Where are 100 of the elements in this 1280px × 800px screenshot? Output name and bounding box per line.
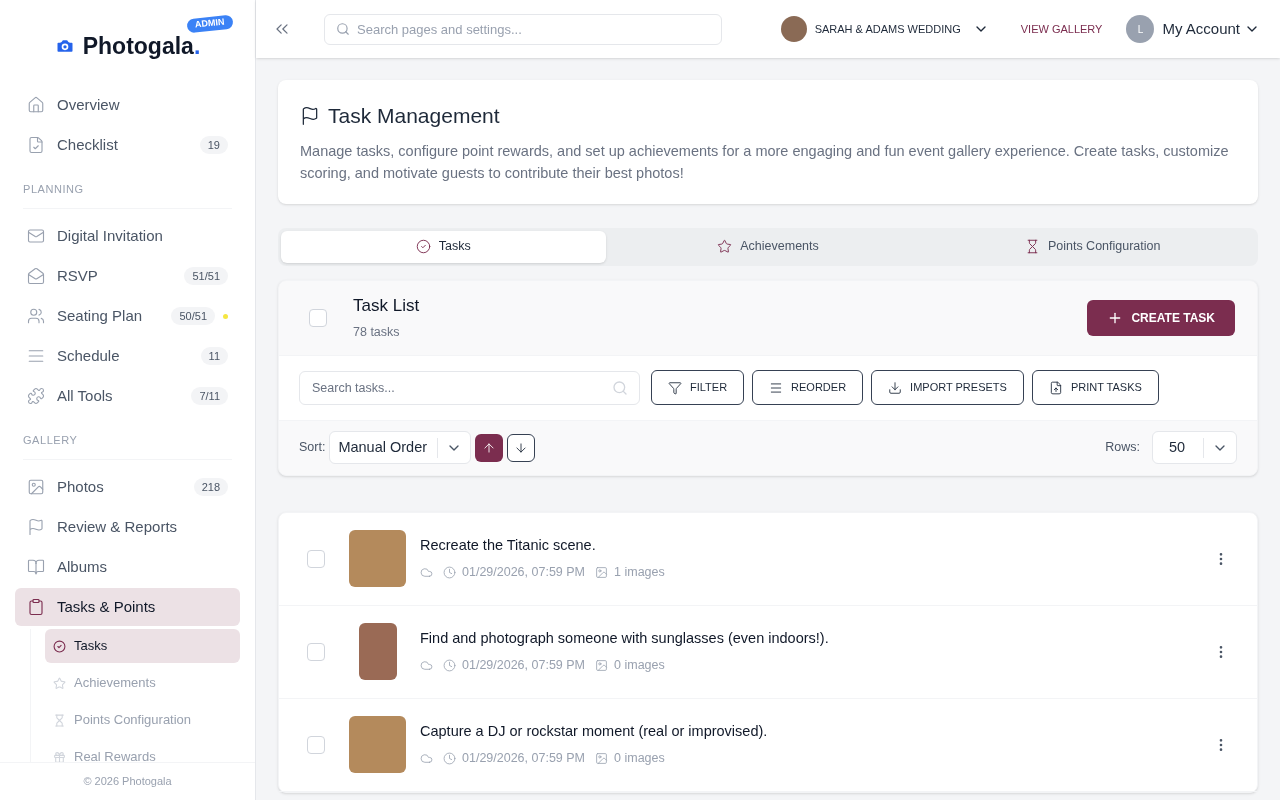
toolbar-button[interactable]: REORDER: [752, 370, 864, 405]
admin-badge: ADMIN: [186, 14, 233, 33]
image-count: 1 images: [614, 564, 665, 581]
sub-nav-item[interactable]: Tasks: [45, 629, 240, 663]
nav-icon: [27, 478, 45, 496]
image-icon: [595, 751, 608, 765]
toolbar-button[interactable]: PRINT TASKS: [1031, 370, 1159, 405]
nav-icon: [53, 713, 66, 727]
nav-icon: [53, 750, 66, 762]
sidebar-item[interactable]: Digital Invitation: [15, 217, 240, 255]
count-badge: 51/51: [184, 266, 228, 286]
sidebar-item[interactable]: Checklist 19: [15, 126, 240, 164]
sidebar-item[interactable]: Albums: [15, 548, 240, 586]
sort-select[interactable]: Manual Order: [329, 431, 472, 464]
nav-label: Photos: [57, 476, 105, 497]
search-icon: [336, 21, 350, 36]
tab-icon: [415, 239, 431, 254]
nav-label: Schedule: [57, 345, 121, 366]
sidebar-item[interactable]: Tasks & Points: [15, 588, 240, 626]
nav-label: Seating Plan: [57, 305, 144, 326]
account-avatar: L: [1126, 15, 1155, 43]
cloud-icon: [420, 751, 433, 765]
copyright-text: © 2026 Photogala: [83, 774, 172, 790]
tab[interactable]: Tasks: [281, 230, 606, 263]
view-gallery-link[interactable]: VIEW GALLERY: [1020, 20, 1103, 38]
task-count: 78 tasks: [353, 323, 401, 341]
task-row[interactable]: Capture a DJ or rockstar moment (real or improvised). 01/29/2026, 07:59 PM 0 images: [279, 698, 1257, 792]
task-date: 01/29/2026, 07:59 PM: [462, 750, 585, 767]
nav-icon: [27, 96, 45, 114]
task-row[interactable]: Find and photograph someone with sunglasses (even indoors!). 01/29/2026, 07:59 PM 0 images: [279, 605, 1257, 699]
checkbox[interactable]: [307, 549, 325, 568]
task-search-field[interactable]: Search tasks...: [299, 370, 640, 405]
cloud-icon: [420, 658, 433, 672]
toolbar-button[interactable]: FILTER: [651, 370, 745, 405]
page-title: Task Management: [328, 103, 500, 129]
tab[interactable]: Points Configuration: [930, 230, 1255, 263]
sidebar-item[interactable]: Overview: [15, 86, 240, 124]
nav-label: Overview: [57, 94, 121, 115]
search-field[interactable]: Search pages and settings...: [324, 13, 722, 45]
image-icon: [595, 658, 608, 672]
tab[interactable]: Achievements: [605, 230, 931, 263]
nav-icon: [27, 307, 45, 325]
rows-select[interactable]: 50: [1152, 431, 1237, 464]
nav-label: Points Configuration: [74, 711, 192, 730]
sort-direction-button[interactable]: [475, 433, 504, 462]
nav-icon: [27, 558, 45, 576]
task-row[interactable]: Recreate the Titanic scene. 01/29/2026, 07:59 PM 1 images: [279, 512, 1257, 606]
create-task-button[interactable]: CREATE TASK: [1087, 299, 1235, 336]
sidebar-item[interactable]: Seating Plan 50/51: [15, 297, 240, 335]
nav-label: Real Rewards: [74, 748, 156, 762]
nav-icon: [27, 598, 45, 616]
panel-title: Task List: [353, 295, 420, 318]
checkbox[interactable]: [307, 735, 325, 754]
nav-label: Achievements: [74, 674, 156, 693]
count-badge: 50/51: [171, 306, 215, 326]
image-count: 0 images: [614, 657, 665, 674]
search-icon: [612, 379, 628, 396]
nav-icon: [27, 227, 45, 245]
sidebar-item[interactable]: RSVP 51/51: [15, 257, 240, 295]
task-title: Find and photograph someone with sunglasses (even indoors!).: [420, 629, 830, 649]
nav-icon: [27, 518, 45, 536]
nav-label: Tasks: [74, 637, 108, 656]
account-menu[interactable]: My Account: [1162, 17, 1260, 41]
photo-placeholder: [358, 623, 397, 680]
nav-label: Albums: [57, 556, 109, 577]
toolbar-icon: [1048, 380, 1063, 395]
sidebar-item[interactable]: All Tools 7/11: [15, 377, 240, 415]
task-title: Recreate the Titanic scene.: [420, 536, 597, 556]
event-avatar: [780, 16, 807, 42]
nav-icon: [53, 676, 66, 690]
cloud-icon: [420, 565, 433, 579]
event-selector[interactable]: SARAH & ADAMS WEDDING: [814, 20, 989, 38]
nav-label: Checklist: [57, 134, 119, 155]
toolbar-icon: [888, 380, 903, 395]
toolbar-button[interactable]: IMPORT PRESETS: [871, 370, 1024, 405]
image-count: 0 images: [614, 750, 665, 767]
nav-label: Review & Reports: [57, 516, 179, 537]
clock-icon: [443, 565, 456, 579]
nav-label: All Tools: [57, 385, 114, 406]
section-heading: PLANNING: [23, 183, 84, 195]
nav-icon: [27, 387, 45, 405]
sidebar-item[interactable]: Photos 218: [15, 468, 240, 506]
sort-label: Sort:: [299, 439, 326, 457]
checkbox[interactable]: [307, 642, 325, 661]
tab-icon: [717, 239, 733, 254]
sidebar-item[interactable]: Schedule 11: [15, 337, 240, 375]
clock-icon: [443, 658, 456, 672]
nav-icon: [27, 267, 45, 285]
count-badge: 218: [193, 477, 228, 497]
task-date: 01/29/2026, 07:59 PM: [462, 564, 585, 581]
photo-placeholder: [349, 716, 406, 773]
checkbox[interactable]: [309, 308, 327, 327]
nav-icon: [27, 347, 45, 365]
sort-direction-button[interactable]: [507, 433, 536, 462]
section-heading: GALLERY: [23, 434, 78, 446]
sidebar-item[interactable]: Review & Reports: [15, 508, 240, 546]
count-badge: 19: [199, 135, 228, 155]
toolbar-icon: [668, 380, 682, 395]
nav-label: RSVP: [57, 265, 99, 286]
image-icon: [595, 565, 608, 579]
